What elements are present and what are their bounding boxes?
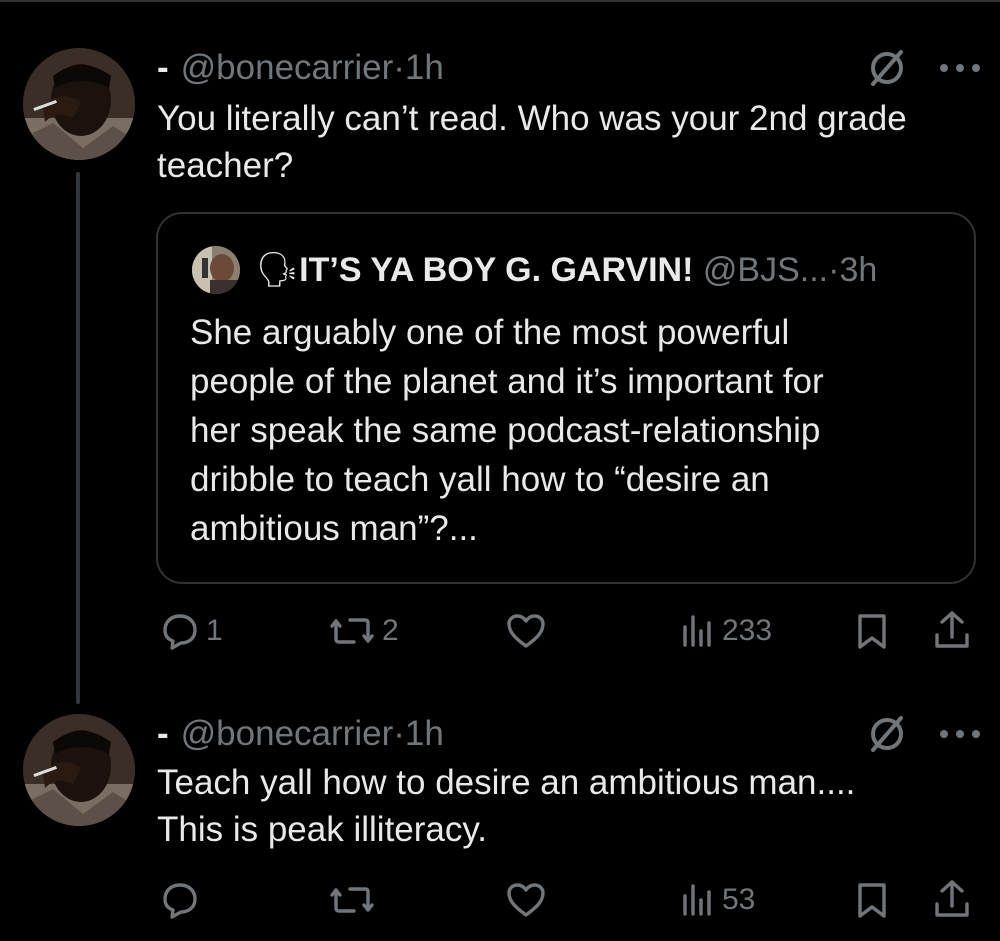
share-icon bbox=[935, 611, 969, 648]
tweet-text-line: You literally can’t read. Who was your 2… bbox=[157, 99, 907, 138]
tweet-text-line: teacher? bbox=[157, 146, 294, 185]
bookmark-icon bbox=[858, 614, 886, 649]
tweet-text-line: This is peak illiteracy. bbox=[157, 810, 488, 849]
avatar-photo bbox=[23, 714, 135, 826]
thread-connector-line bbox=[76, 172, 80, 704]
quoted-tweet-text: She arguably one of the most powerful pe… bbox=[190, 308, 950, 553]
share-button[interactable] bbox=[932, 878, 972, 920]
avatar[interactable] bbox=[23, 48, 135, 160]
display-name[interactable]: - bbox=[157, 48, 169, 87]
handle[interactable]: @bonecarrier bbox=[181, 48, 394, 87]
quoted-text-line: people of the planet and it’s important … bbox=[190, 362, 824, 401]
view-count: 53 bbox=[722, 883, 756, 916]
handle[interactable]: @bonecarrier bbox=[181, 714, 394, 753]
repost-button[interactable] bbox=[328, 880, 382, 920]
timestamp[interactable]: 1h bbox=[405, 48, 444, 87]
reply-icon bbox=[163, 614, 197, 650]
quoted-display-name[interactable]: IT’S YA BOY G. GARVIN! bbox=[299, 251, 693, 289]
speaking-head-emoji: 🗣 bbox=[256, 251, 300, 289]
separator-dot: · bbox=[393, 48, 405, 87]
tweet-text: Teach yall how to desire an ambitious ma… bbox=[157, 759, 987, 853]
share-button[interactable] bbox=[932, 609, 972, 651]
bookmark-button[interactable] bbox=[855, 880, 889, 920]
bookmark-button[interactable] bbox=[855, 611, 889, 651]
quoted-handle[interactable]: @BJS... bbox=[703, 251, 828, 289]
quoted-avatar[interactable] bbox=[192, 246, 240, 294]
reply-count: 1 bbox=[206, 614, 223, 647]
quoted-text-line: her speak the same podcast-relationship bbox=[190, 411, 821, 450]
tweet-text-line: Teach yall how to desire an ambitious ma… bbox=[157, 763, 856, 802]
quoted-tweet-header: 🗣IT’S YA BOY G. GARVIN! @BJS...·3h bbox=[256, 248, 877, 292]
repost-count: 2 bbox=[382, 614, 399, 647]
views-icon bbox=[683, 615, 711, 647]
like-icon bbox=[507, 883, 545, 917]
views-button[interactable]: 53 bbox=[680, 880, 755, 920]
bookmark-icon bbox=[858, 883, 886, 918]
repost-icon bbox=[330, 887, 374, 913]
like-icon bbox=[507, 614, 545, 648]
repost-icon bbox=[330, 618, 374, 644]
avatar[interactable] bbox=[23, 714, 135, 826]
separator-dot: · bbox=[828, 251, 840, 289]
tweet-text: You literally can’t read. Who was your 2… bbox=[157, 95, 987, 189]
grok-icon[interactable] bbox=[865, 46, 909, 90]
view-count: 233 bbox=[722, 614, 773, 647]
reply-icon bbox=[163, 883, 197, 919]
tweet-header: - @bonecarrier·1h bbox=[157, 48, 444, 88]
quoted-text-line: She arguably one of the most powerful bbox=[190, 313, 790, 352]
avatar-photo bbox=[23, 48, 135, 160]
repost-button[interactable]: 2 bbox=[328, 611, 399, 651]
separator-dot: · bbox=[393, 714, 405, 753]
quoted-tweet-card[interactable]: 🗣IT’S YA BOY G. GARVIN! @BJS...·3h She a… bbox=[156, 212, 976, 584]
views-button[interactable]: 233 bbox=[680, 611, 772, 651]
display-name[interactable]: - bbox=[157, 714, 169, 753]
share-icon bbox=[935, 880, 969, 917]
tweet-header: - @bonecarrier·1h bbox=[157, 714, 444, 754]
reply-button[interactable]: 1 bbox=[160, 611, 223, 651]
reply-button[interactable] bbox=[160, 880, 206, 920]
quoted-timestamp[interactable]: 3h bbox=[839, 251, 877, 289]
grok-icon[interactable] bbox=[865, 712, 909, 756]
quoted-avatar-photo bbox=[192, 246, 240, 294]
top-divider bbox=[0, 0, 1000, 2]
more-icon[interactable] bbox=[936, 58, 986, 78]
quoted-text-line: dribble to teach yall how to “desire an bbox=[190, 460, 770, 499]
more-icon[interactable] bbox=[936, 724, 986, 744]
timestamp[interactable]: 1h bbox=[405, 714, 444, 753]
views-icon bbox=[683, 884, 711, 916]
like-button[interactable] bbox=[505, 880, 553, 920]
like-button[interactable] bbox=[505, 611, 553, 651]
quoted-text-line: ambitious man”?... bbox=[190, 509, 478, 548]
